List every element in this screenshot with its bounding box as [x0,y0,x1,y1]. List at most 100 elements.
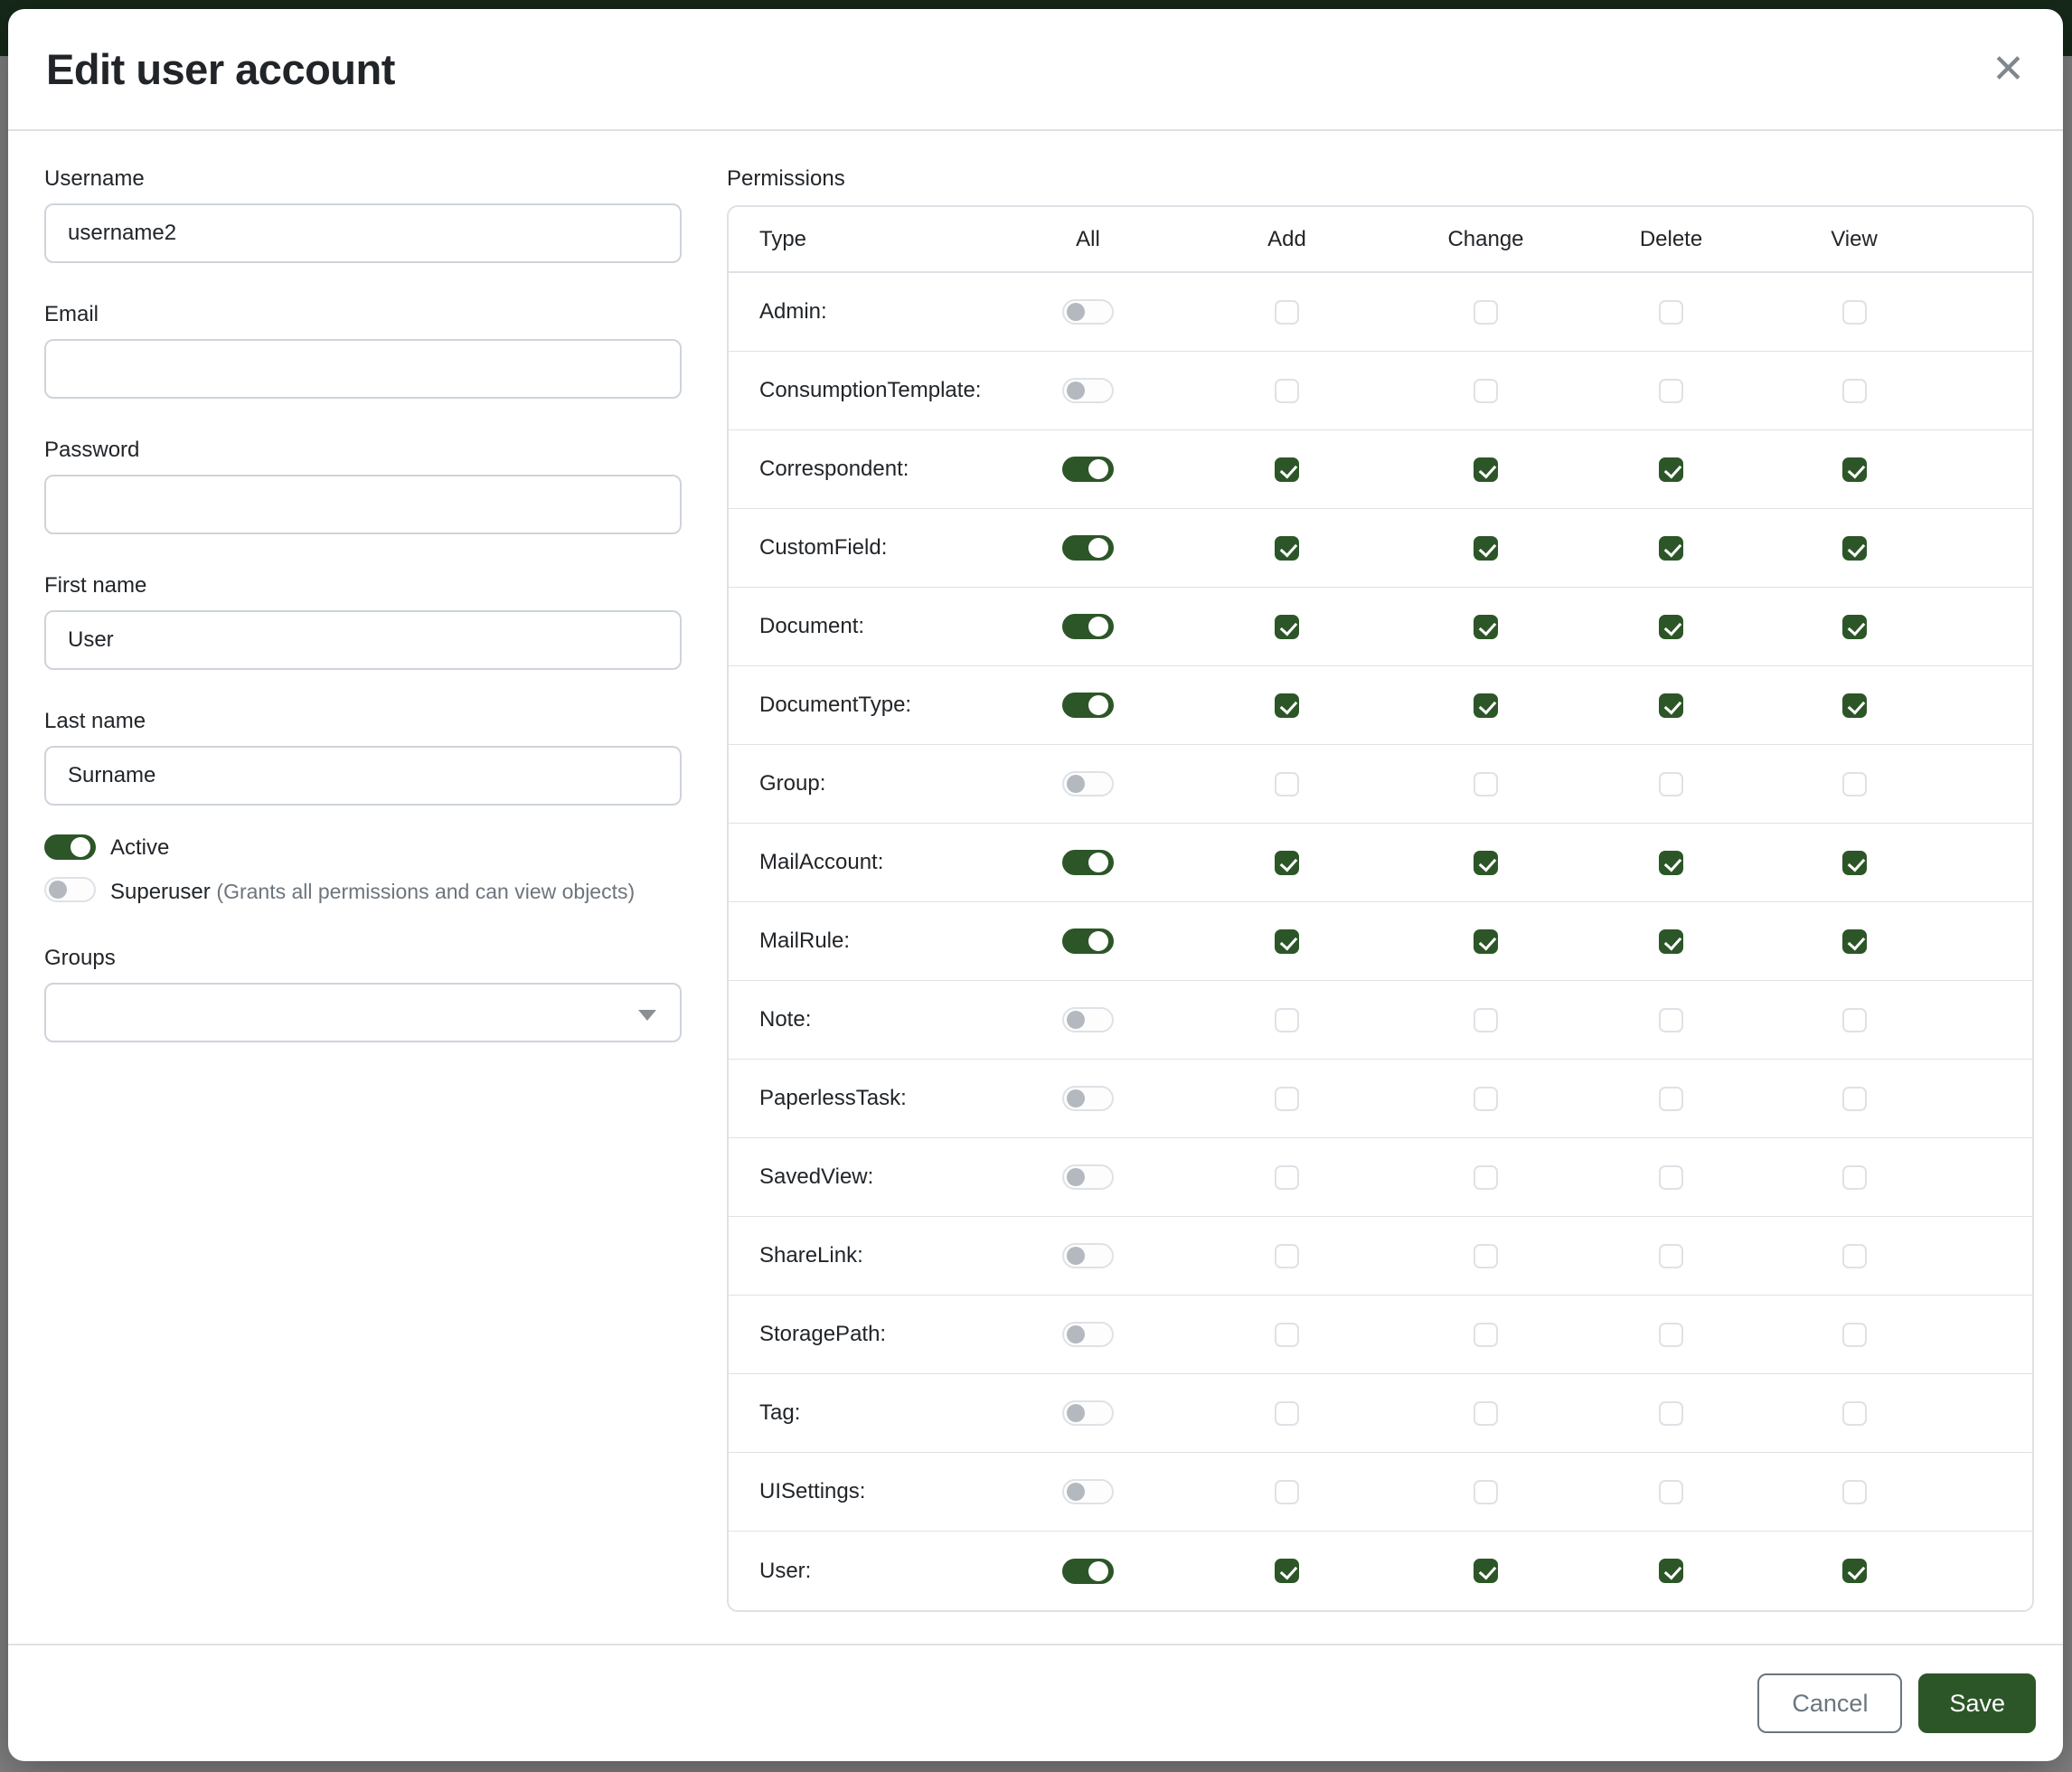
permission-all-toggle[interactable] [1062,1322,1114,1347]
permission-change-checkbox[interactable] [1474,536,1498,561]
permission-view-checkbox[interactable] [1842,1087,1867,1111]
permission-all-toggle[interactable] [1062,1164,1114,1190]
permission-change-checkbox[interactable] [1474,300,1498,325]
permission-view-checkbox[interactable] [1842,1244,1867,1268]
permission-change-checkbox[interactable] [1474,772,1498,796]
permission-change-checkbox[interactable] [1474,1087,1498,1111]
permission-delete-checkbox[interactable] [1659,1401,1683,1426]
last-name-input[interactable] [44,746,682,806]
permission-all-toggle[interactable] [1062,1007,1114,1032]
permission-all-toggle[interactable] [1062,850,1114,875]
permission-view-checkbox[interactable] [1842,1008,1867,1032]
permissions-label: Permissions [727,165,2034,193]
permission-change-checkbox[interactable] [1474,1323,1498,1347]
permission-delete-checkbox[interactable] [1659,536,1683,561]
permission-add-checkbox[interactable] [1275,772,1299,796]
permission-all-toggle[interactable] [1062,1086,1114,1111]
permission-add-checkbox[interactable] [1275,693,1299,718]
permission-view-checkbox[interactable] [1842,1401,1867,1426]
permission-change-checkbox[interactable] [1474,1165,1498,1190]
permission-all-toggle[interactable] [1062,1559,1114,1584]
permission-delete-checkbox[interactable] [1659,693,1683,718]
column-header-delete: Delete [1640,227,1702,252]
permission-view-checkbox[interactable] [1842,1323,1867,1347]
permission-add-checkbox[interactable] [1275,615,1299,639]
permission-delete-checkbox[interactable] [1659,1087,1683,1111]
password-input[interactable] [44,475,682,534]
permission-change-checkbox[interactable] [1474,1008,1498,1032]
permission-delete-checkbox[interactable] [1659,300,1683,325]
permission-add-checkbox[interactable] [1275,929,1299,954]
groups-select[interactable] [44,983,682,1042]
permission-delete-checkbox[interactable] [1659,1244,1683,1268]
permissions-table: Type All Add Change Delete View Admin: C… [727,205,2034,1612]
permission-add-checkbox[interactable] [1275,536,1299,561]
permission-add-checkbox[interactable] [1275,1087,1299,1111]
permission-add-checkbox[interactable] [1275,1165,1299,1190]
cancel-button[interactable]: Cancel [1757,1673,1902,1733]
permission-add-checkbox[interactable] [1275,1323,1299,1347]
permission-delete-checkbox[interactable] [1659,1480,1683,1504]
permission-all-toggle[interactable] [1062,771,1114,796]
close-icon[interactable]: ✕ [1992,50,2025,90]
permission-change-checkbox[interactable] [1474,693,1498,718]
permission-change-checkbox[interactable] [1474,1480,1498,1504]
permission-view-checkbox[interactable] [1842,693,1867,718]
permission-delete-checkbox[interactable] [1659,457,1683,482]
permission-all-toggle[interactable] [1062,928,1114,954]
permission-view-checkbox[interactable] [1842,379,1867,403]
permission-all-toggle[interactable] [1062,457,1114,482]
permission-change-checkbox[interactable] [1474,1559,1498,1583]
active-toggle[interactable] [44,834,96,860]
permission-view-checkbox[interactable] [1842,615,1867,639]
permission-add-checkbox[interactable] [1275,379,1299,403]
permission-view-checkbox[interactable] [1842,929,1867,954]
permission-view-checkbox[interactable] [1842,772,1867,796]
permission-all-toggle[interactable] [1062,535,1114,561]
permission-view-checkbox[interactable] [1842,1165,1867,1190]
permission-change-checkbox[interactable] [1474,851,1498,875]
permission-all-toggle[interactable] [1062,378,1114,403]
permission-add-checkbox[interactable] [1275,1244,1299,1268]
permission-add-checkbox[interactable] [1275,457,1299,482]
permission-delete-checkbox[interactable] [1659,1559,1683,1583]
permission-all-toggle[interactable] [1062,299,1114,325]
permission-change-checkbox[interactable] [1474,457,1498,482]
permission-view-checkbox[interactable] [1842,536,1867,561]
permission-all-toggle[interactable] [1062,693,1114,718]
permission-add-checkbox[interactable] [1275,851,1299,875]
permission-view-checkbox[interactable] [1842,457,1867,482]
first-name-input[interactable] [44,610,682,670]
permission-all-toggle[interactable] [1062,614,1114,639]
permission-delete-checkbox[interactable] [1659,772,1683,796]
permission-add-checkbox[interactable] [1275,1559,1299,1583]
permission-change-checkbox[interactable] [1474,1244,1498,1268]
email-input[interactable] [44,339,682,399]
permission-delete-checkbox[interactable] [1659,1008,1683,1032]
permission-add-checkbox[interactable] [1275,300,1299,325]
groups-label: Groups [44,945,682,972]
save-button[interactable]: Save [1918,1673,2036,1733]
username-input[interactable] [44,203,682,263]
permission-view-checkbox[interactable] [1842,1480,1867,1504]
permission-delete-checkbox[interactable] [1659,379,1683,403]
permission-add-checkbox[interactable] [1275,1401,1299,1426]
permission-all-toggle[interactable] [1062,1479,1114,1504]
permission-delete-checkbox[interactable] [1659,929,1683,954]
permission-delete-checkbox[interactable] [1659,1165,1683,1190]
permission-all-toggle[interactable] [1062,1400,1114,1426]
permission-add-checkbox[interactable] [1275,1480,1299,1504]
permission-change-checkbox[interactable] [1474,1401,1498,1426]
permission-view-checkbox[interactable] [1842,300,1867,325]
permission-delete-checkbox[interactable] [1659,615,1683,639]
permission-view-checkbox[interactable] [1842,1559,1867,1583]
permission-change-checkbox[interactable] [1474,929,1498,954]
permission-view-checkbox[interactable] [1842,851,1867,875]
permission-delete-checkbox[interactable] [1659,851,1683,875]
superuser-toggle[interactable] [44,877,96,902]
permission-add-checkbox[interactable] [1275,1008,1299,1032]
permission-change-checkbox[interactable] [1474,615,1498,639]
permission-change-checkbox[interactable] [1474,379,1498,403]
permission-delete-checkbox[interactable] [1659,1323,1683,1347]
permission-all-toggle[interactable] [1062,1243,1114,1268]
